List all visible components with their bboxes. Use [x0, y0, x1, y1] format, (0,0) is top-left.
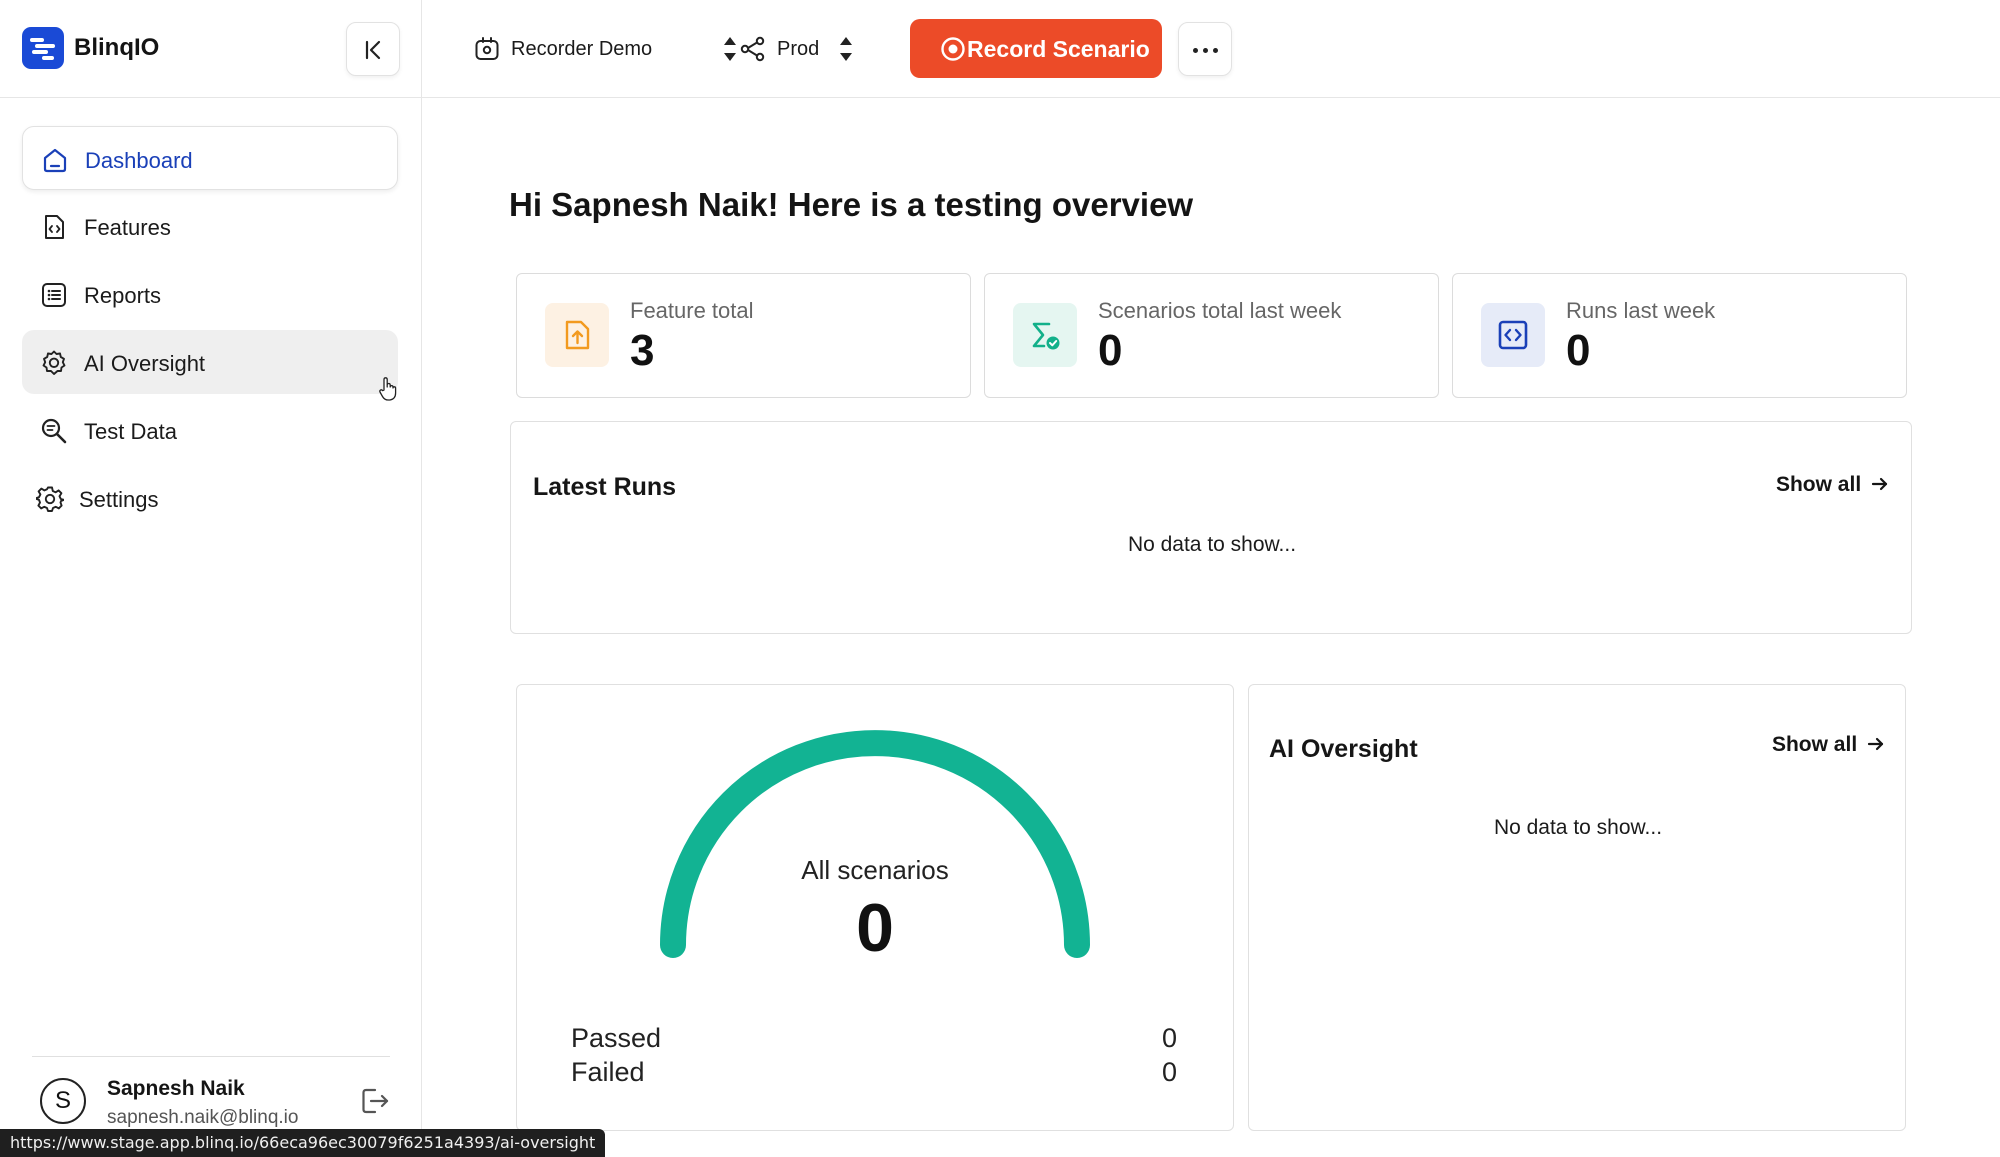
code-file-icon: [45, 215, 64, 239]
stat-label: Runs last week: [1566, 298, 1716, 323]
stat-label: Feature total: [630, 298, 754, 323]
gauge-value: 0: [856, 890, 894, 966]
sidebar-item-label: Settings: [79, 487, 159, 512]
blinqio-logo[interactable]: [22, 27, 64, 69]
user-email: sapnesh.naik@blinq.io: [107, 1107, 299, 1128]
sidebar-item-label: Reports: [84, 283, 162, 308]
stat-icon-box: [1013, 303, 1077, 367]
arrow-right-icon: [1871, 477, 1888, 491]
recorder-icon: [475, 37, 499, 60]
latest-runs-empty-message: No data to show...: [1127, 533, 1297, 556]
latest-runs-show-all-link[interactable]: Show all: [1776, 473, 1889, 497]
user-divider: [32, 1056, 390, 1057]
legend-value: 0: [1161, 1057, 1177, 1087]
sidebar-item-reports[interactable]: Reports: [22, 262, 398, 326]
list-icon: [42, 283, 66, 307]
latest-runs-panel: Latest Runs Show all No data to show...: [510, 421, 1912, 634]
sidebar-item-test-data[interactable]: Test Data: [22, 398, 398, 462]
top-bar: Recorder Demo Prod Record Scenario: [422, 0, 2000, 98]
arrow-right-icon: [1867, 737, 1884, 751]
project-selector[interactable]: Recorder Demo: [474, 34, 736, 64]
stat-value: 3: [630, 326, 655, 375]
search-data-icon: [41, 418, 67, 444]
show-all-label: Show all: [1771, 733, 1858, 756]
legend-value: 0: [1161, 1023, 1177, 1053]
sidebar-item-label: Dashboard: [85, 148, 193, 173]
sidebar-item-label: AI Oversight: [84, 351, 206, 376]
stat-icon-box: [1481, 303, 1545, 367]
ai-oversight-panel: AI Oversight Show all No data to show...: [1248, 684, 1906, 1131]
more-dot: [1193, 48, 1198, 53]
sidebar-item-label: Features: [84, 215, 171, 240]
sigma-check-icon: [1032, 322, 1060, 350]
sidebar-item-label: Test Data: [84, 419, 177, 444]
record-icon: [941, 37, 965, 61]
brand-header: BlinqIO: [0, 0, 422, 98]
collapse-left-icon: [365, 40, 381, 60]
collapse-sidebar-button[interactable]: [346, 22, 400, 76]
page-title: Hi Sapnesh Naik! Here is a testing overv…: [509, 186, 1194, 223]
environment-nodes-icon: [740, 36, 765, 62]
stat-label: Scenarios total last week: [1098, 298, 1342, 323]
stat-card-runs-last-week: Runs last week 0: [1452, 273, 1907, 398]
updown-arrows-icon: [724, 37, 736, 61]
avatar[interactable]: S: [40, 1078, 86, 1124]
ai-oversight-title: AI Oversight: [1269, 735, 1418, 763]
record-scenario-label: Record Scenario: [967, 36, 1150, 62]
sidebar-item-features[interactable]: Features: [22, 194, 398, 258]
project-selector-label: Recorder Demo: [511, 38, 653, 60]
legend-row-failed: Failed 0: [571, 1057, 1177, 1091]
show-all-label: Show all: [1775, 473, 1862, 496]
latest-runs-title: Latest Runs: [533, 473, 677, 501]
legend-label: Failed: [571, 1057, 645, 1087]
legend-row-passed: Passed 0: [571, 1023, 1177, 1057]
gear-icon: [36, 486, 64, 512]
file-upload-icon: [565, 320, 590, 350]
scenarios-gauge-panel: All scenarios 0 Passed 0 Failed 0: [516, 684, 1234, 1131]
ai-oversight-empty-message: No data to show...: [1493, 816, 1663, 839]
updown-arrows-icon: [840, 37, 852, 61]
code-window-icon: [1498, 320, 1528, 350]
stat-value: 0: [1566, 326, 1591, 375]
sidebar-item-settings[interactable]: Settings: [22, 466, 398, 530]
sidebar-item-dashboard[interactable]: Dashboard: [22, 126, 398, 190]
stat-card-feature-total: Feature total 3: [516, 273, 971, 398]
environment-selector-label: Prod: [777, 38, 820, 60]
environment-selector[interactable]: Prod: [740, 34, 865, 64]
record-scenario-button[interactable]: Record Scenario: [910, 19, 1162, 78]
logout-icon[interactable]: [360, 1086, 390, 1116]
gauge-label: All scenarios: [801, 855, 949, 885]
stat-value: 0: [1098, 326, 1123, 375]
home-icon: [43, 148, 67, 173]
status-bar-url: https://www.stage.app.blinq.io/66eca96ec…: [0, 1129, 606, 1157]
user-name: Sapnesh Naik: [107, 1077, 245, 1100]
ai-oversight-show-all-link[interactable]: Show all: [1772, 733, 1885, 757]
more-dot: [1213, 48, 1218, 53]
stat-card-scenarios-total: Scenarios total last week 0: [984, 273, 1439, 398]
ai-gear-icon: [42, 350, 66, 375]
more-dot: [1203, 48, 1208, 53]
legend-label: Passed: [571, 1023, 662, 1053]
brand-name: BlinqIO: [74, 34, 160, 61]
stat-icon-box: [545, 303, 609, 367]
sidebar: BlinqIO Dashboard Features Reports AI Ov…: [0, 0, 422, 1157]
more-options-button[interactable]: [1178, 22, 1232, 76]
sidebar-item-ai-oversight[interactable]: AI Oversight: [22, 330, 398, 401]
